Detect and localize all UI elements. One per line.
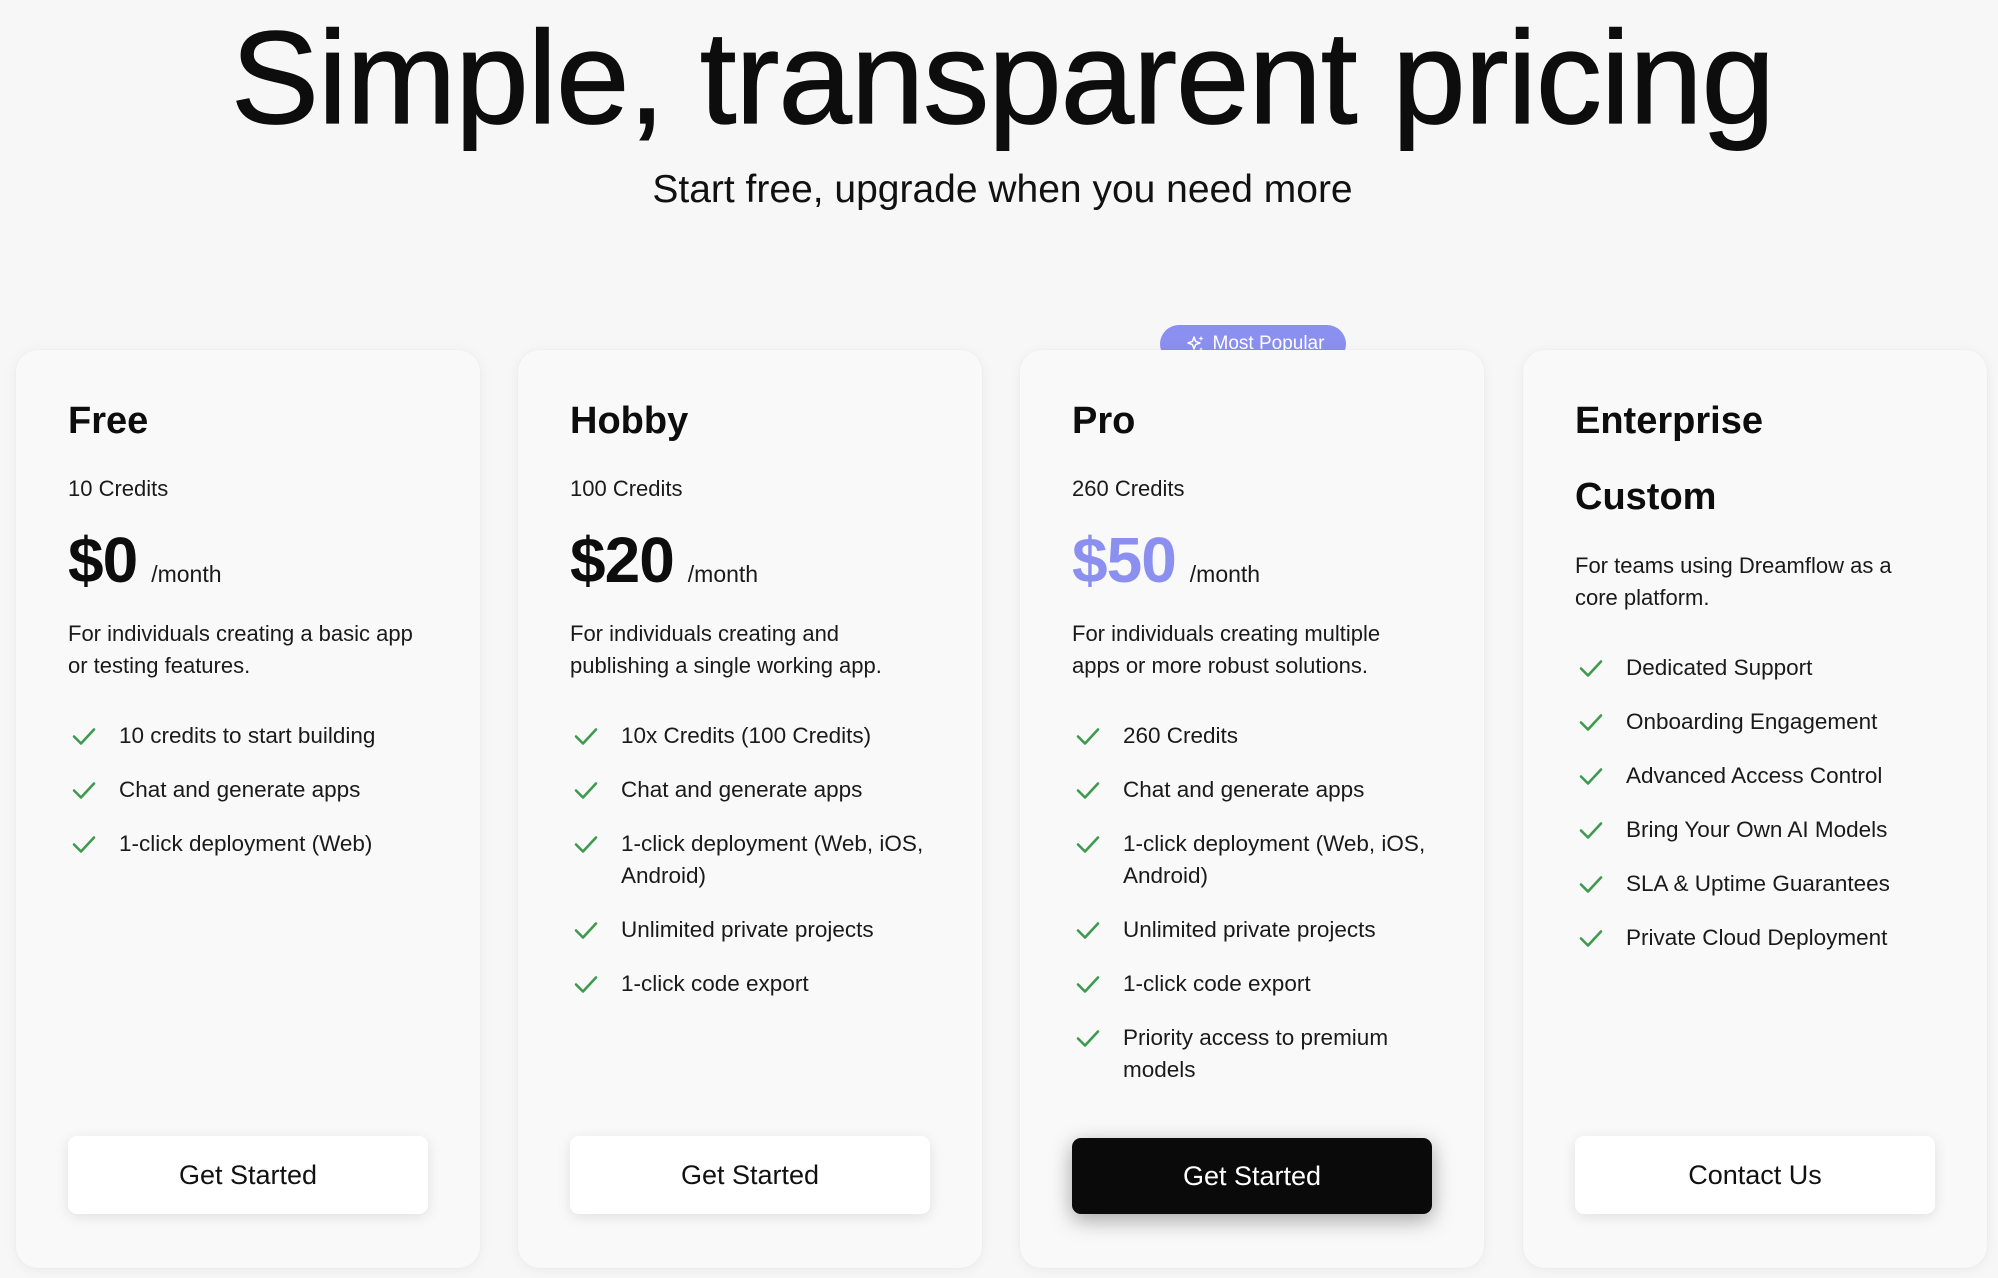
feature-item: Bring Your Own AI Models	[1575, 814, 1935, 846]
price-row: $0 /month	[68, 522, 222, 598]
contact-us-button[interactable]: Contact Us	[1575, 1136, 1935, 1214]
feature-list: 10 credits to start building Chat and ge…	[68, 720, 428, 882]
check-icon	[1579, 822, 1603, 839]
plan-price: $0	[68, 524, 138, 596]
feature-item: 1-click deployment (Web)	[68, 828, 428, 860]
feature-item: 10x Credits (100 Credits)	[570, 720, 930, 752]
plan-credits: 260 Credits	[1072, 476, 1185, 501]
price-period: /month	[1189, 561, 1261, 587]
check-icon	[1076, 976, 1100, 993]
check-icon	[574, 922, 598, 939]
feature-item: 1-click deployment (Web, iOS, Android)	[570, 828, 930, 892]
page-subtitle: Start free, upgrade when you need more	[652, 168, 1353, 211]
feature-label: 1-click deployment (Web, iOS, Android)	[621, 831, 924, 888]
pricing-card-free: Free 10 Credits $0 /month For individual…	[16, 350, 480, 1268]
feature-item: Private Cloud Deployment	[1575, 922, 1935, 954]
feature-label: 1-click deployment (Web, iOS, Android)	[1123, 831, 1426, 888]
feature-item: Chat and generate apps	[570, 774, 930, 806]
get-started-button[interactable]: Get Started	[68, 1136, 428, 1214]
feature-item: Chat and generate apps	[1072, 774, 1432, 806]
get-started-button[interactable]: Get Started	[1072, 1138, 1432, 1214]
check-icon	[1076, 728, 1100, 745]
feature-label: Bring Your Own AI Models	[1626, 817, 1888, 842]
feature-item: 1-click code export	[1072, 968, 1432, 1000]
plan-credits: 100 Credits	[570, 476, 683, 501]
feature-label: Unlimited private projects	[621, 917, 874, 942]
feature-item: Advanced Access Control	[1575, 760, 1935, 792]
plan-description: For individuals creating and publishing …	[570, 621, 882, 678]
feature-label: 1-click code export	[1123, 971, 1311, 996]
feature-item: 10 credits to start building	[68, 720, 428, 752]
feature-label: Private Cloud Deployment	[1626, 925, 1888, 950]
feature-label: Dedicated Support	[1626, 655, 1813, 680]
check-icon	[574, 976, 598, 993]
pricing-card-pro: Pro 260 Credits $50 /month For individua…	[1020, 350, 1484, 1268]
price-period: /month	[687, 561, 759, 587]
check-icon	[1076, 1030, 1100, 1047]
plan-name: Hobby	[570, 400, 689, 442]
plan-name: Enterprise	[1575, 400, 1763, 442]
check-icon	[72, 782, 96, 799]
plan-description: For individuals creating multiple apps o…	[1072, 621, 1381, 678]
price-period: /month	[151, 561, 222, 587]
check-icon	[574, 836, 598, 853]
feature-list: Dedicated Support Onboarding Engagement …	[1575, 652, 1935, 976]
feature-label: Chat and generate apps	[1123, 777, 1365, 802]
check-icon	[72, 728, 96, 745]
plan-name: Pro	[1072, 400, 1136, 442]
plan-description: For individuals creating a basic app or …	[68, 621, 413, 678]
feature-label: 10 credits to start building	[119, 723, 376, 748]
feature-list: 260 Credits Chat and generate apps 1-cli…	[1072, 720, 1432, 1108]
check-icon	[1579, 876, 1603, 893]
feature-item: 260 Credits	[1072, 720, 1432, 752]
feature-label: Unlimited private projects	[1123, 917, 1376, 942]
check-icon	[1579, 660, 1603, 677]
feature-item: 1-click code export	[570, 968, 930, 1000]
feature-item: Unlimited private projects	[1072, 914, 1432, 946]
check-icon	[1579, 768, 1603, 785]
feature-label: Chat and generate apps	[119, 777, 361, 802]
check-icon	[1076, 836, 1100, 853]
check-icon	[1076, 922, 1100, 939]
pricing-card-enterprise: Enterprise Custom For teams using Dreamf…	[1523, 350, 1987, 1268]
get-started-button[interactable]: Get Started	[570, 1136, 930, 1214]
feature-label: 1-click deployment (Web)	[119, 831, 373, 856]
pricing-card-hobby: Hobby 100 Credits $20 /month For individ…	[518, 350, 982, 1268]
feature-item: Chat and generate apps	[68, 774, 428, 806]
feature-label: 1-click code export	[621, 971, 809, 996]
feature-item: Onboarding Engagement	[1575, 706, 1935, 738]
check-icon	[1579, 930, 1603, 947]
feature-list: 10x Credits (100 Credits) Chat and gener…	[570, 720, 930, 1022]
plan-price: $50	[1072, 524, 1177, 596]
plan-price: $20	[570, 524, 675, 596]
check-icon	[574, 728, 598, 745]
plan-name: Free	[68, 400, 149, 442]
feature-label: Onboarding Engagement	[1626, 709, 1878, 734]
feature-item: Unlimited private projects	[570, 914, 930, 946]
feature-item: SLA & Uptime Guarantees	[1575, 868, 1935, 900]
page-title: Simple, transparent pricing	[230, 4, 1775, 151]
check-icon	[1076, 782, 1100, 799]
plan-credits: 10 Credits	[68, 476, 169, 501]
feature-label: Priority access to premium models	[1123, 1025, 1389, 1082]
check-icon	[1579, 714, 1603, 731]
feature-label: Advanced Access Control	[1626, 763, 1883, 788]
check-icon	[72, 836, 96, 853]
feature-label: 10x Credits (100 Credits)	[621, 723, 872, 748]
feature-item: Priority access to premium models	[1072, 1022, 1432, 1086]
feature-label: Chat and generate apps	[621, 777, 863, 802]
price-row: $20 /month	[570, 522, 758, 598]
plan-price-custom: Custom	[1575, 476, 1717, 518]
feature-item: 1-click deployment (Web, iOS, Android)	[1072, 828, 1432, 892]
check-icon	[574, 782, 598, 799]
price-row: $50 /month	[1072, 522, 1260, 598]
feature-item: Dedicated Support	[1575, 652, 1935, 684]
feature-label: 260 Credits	[1123, 723, 1239, 748]
feature-label: SLA & Uptime Guarantees	[1626, 871, 1890, 896]
plan-description: For teams using Dreamflow as a core plat…	[1575, 553, 1892, 610]
